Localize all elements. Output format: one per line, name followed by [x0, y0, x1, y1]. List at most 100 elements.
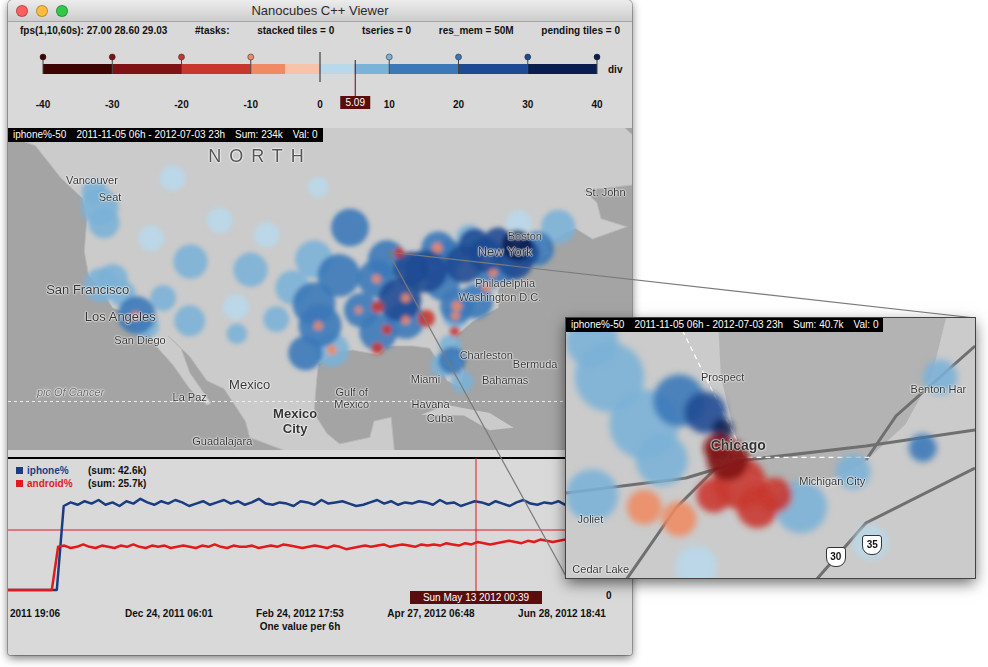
svg-text:iphone%: iphone% — [27, 465, 69, 476]
cell-value: Val: 0 — [293, 129, 318, 141]
heat-spot — [308, 177, 329, 198]
heat-spot — [299, 304, 342, 347]
tropic-line — [8, 401, 632, 402]
colorbar-tick: 0 — [317, 52, 323, 110]
colorbar-segment — [389, 64, 458, 74]
heat-spot — [394, 248, 404, 258]
heatmap — [566, 318, 958, 578]
colorbar-tick: 30 — [522, 54, 534, 110]
map-header: iphone%-502011-11-05 06h - 2012-07-03 23… — [566, 318, 883, 332]
map-label: Cuba — [427, 412, 453, 424]
map-label: Cedar Lake — [572, 562, 629, 574]
x-axis-tick: Apr 27, 2012 06:48 — [387, 608, 475, 619]
cell-value: Val: 0 — [854, 319, 879, 331]
status-item: stacked tiles = 0 — [257, 25, 334, 36]
heat-spot — [853, 525, 888, 560]
map-label: Charleston — [460, 349, 513, 361]
road — [746, 430, 975, 460]
svg-text:5.09: 5.09 — [346, 97, 366, 108]
heat-spot — [314, 321, 323, 330]
time-range: 2011-11-05 06h - 2012-07-03 23h — [76, 129, 225, 141]
zoom-button[interactable] — [56, 5, 68, 17]
x-axis-tick: Dec 24, 2011 06:01 — [125, 608, 213, 619]
map-label: Prospect — [701, 371, 744, 383]
map-label: San Francisco — [46, 283, 129, 297]
title-bar[interactable]: Nanocubes C++ Viewer — [8, 0, 632, 22]
map-label: Boston — [508, 230, 542, 242]
map-label: Miami — [411, 373, 440, 385]
colorbar-segment — [355, 64, 390, 74]
viewer-window: Nanocubes C++ Viewer fps(1,10,60s): 27.00… — [8, 0, 632, 655]
colorbar[interactable]: -40-30-20-10010203040div5.09 — [8, 38, 632, 128]
heat-spot — [909, 434, 937, 462]
colorbar-segment — [320, 64, 355, 74]
svg-text:30: 30 — [522, 99, 534, 110]
map-label: Michigan City — [799, 475, 865, 487]
map-label: Los Angeles — [85, 310, 156, 324]
time-cursor[interactable]: Sun May 13 2012 00:39 — [410, 458, 542, 604]
map-label: Guadalajara — [192, 435, 252, 447]
map-label: New York — [478, 245, 533, 259]
status-line: fps(1,10,60s): 27.00 28.60 29.03#tasks:s… — [8, 22, 632, 38]
desktop: Nanocubes C++ Viewer fps(1,10,60s): 27.00… — [0, 0, 988, 667]
heat-spot — [207, 207, 233, 233]
x-axis-caption: One value per 6h — [260, 621, 341, 632]
heat-spot — [331, 209, 369, 247]
zoom-inset[interactable]: ProspectChicagoMichigan CityBenton HarJo… — [566, 318, 975, 578]
status-item: res_mem = 50M — [439, 25, 514, 36]
colorbar-tick: 20 — [453, 54, 465, 110]
status-item: fps(1,10,60s): 27.00 28.60 29.03 — [20, 25, 167, 36]
svg-text:Sun May 13 2012 00:39: Sun May 13 2012 00:39 — [423, 592, 530, 603]
layer-name: iphone%-50 — [13, 129, 66, 141]
heat-spot — [371, 301, 383, 313]
map-header: iphone%-50 2011-11-05 06h - 2012-07-03 23… — [8, 128, 323, 142]
svg-text:40: 40 — [591, 99, 603, 110]
heat-spot — [371, 342, 383, 354]
map-label: Mexico City — [267, 407, 323, 436]
x-axis-tick: Feb 24, 2012 17:53 — [256, 608, 344, 619]
svg-text:-10: -10 — [244, 99, 259, 110]
colorbar-marker[interactable]: 5.09 — [340, 60, 370, 109]
heat-spot — [382, 325, 392, 335]
heat-spot — [223, 294, 249, 320]
legend-item[interactable]: iphone%(sum: 42.6k) — [16, 465, 146, 476]
colorbar-segment — [459, 64, 528, 74]
minimize-button[interactable] — [36, 5, 48, 17]
svg-text:0: 0 — [317, 99, 323, 110]
map-view[interactable]: NORTHVancouverSeatSan FranciscoLos Angel… — [8, 128, 632, 450]
window-title: Nanocubes C++ Viewer — [78, 3, 562, 18]
heat-spot — [263, 306, 289, 332]
heat-spot — [138, 225, 164, 251]
sum-value: Sum: 234k — [235, 129, 283, 141]
heat-spot — [676, 545, 718, 578]
colorbar-segment — [251, 64, 286, 74]
colorbar-segment — [43, 64, 112, 74]
heat-spot — [662, 502, 697, 537]
svg-text:(sum: 25.7k): (sum: 25.7k) — [88, 478, 146, 489]
svg-text:-30: -30 — [105, 99, 120, 110]
heat-spot — [449, 326, 459, 336]
map-label: Seat — [99, 191, 122, 203]
x-axis-tick: Jun 28, 2012 18:41 — [518, 608, 606, 619]
heat-spot — [327, 345, 337, 355]
close-button[interactable] — [16, 5, 28, 17]
svg-text:20: 20 — [453, 99, 465, 110]
map-label: San Diego — [114, 334, 165, 346]
window-controls — [8, 5, 78, 17]
map-label: La Paz — [173, 391, 207, 403]
heat-spot — [254, 222, 280, 248]
timeseries-chart[interactable]: iphone%(sum: 42.6k)android%(sum: 25.7k)0… — [8, 450, 632, 655]
svg-text:-20: -20 — [174, 99, 189, 110]
colorbar-segment — [528, 64, 597, 74]
heat-spot — [150, 285, 176, 311]
heat-spot — [317, 254, 360, 297]
status-item: tseries = 0 — [362, 25, 411, 36]
map-label: Chicago — [711, 438, 766, 453]
layer-name: iphone%-50 — [571, 319, 624, 331]
legend-item[interactable]: android%(sum: 25.7k) — [16, 478, 146, 489]
heat-spot — [160, 165, 186, 191]
highway-shield: 30 — [826, 547, 846, 567]
highway-shield: 35 — [862, 535, 882, 555]
colormap-name: div — [608, 64, 623, 75]
map-label: Havana — [412, 398, 450, 410]
